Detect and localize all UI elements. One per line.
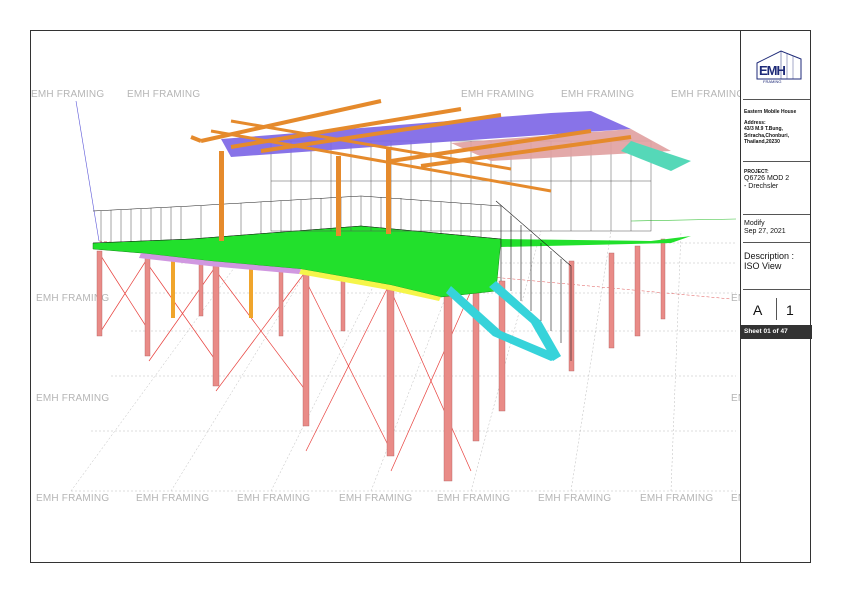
structure-model [70, 99, 737, 492]
sheet-rev-box: A 1 [741, 296, 812, 322]
sheet-size: A [753, 302, 763, 318]
orange-post [171, 256, 175, 318]
modify-label: Modify [744, 220, 765, 227]
client-info: Eastern Mobile House Address: 43/3 M.9 T… [741, 109, 812, 145]
logo-text: EMH [759, 63, 786, 78]
address-line: Thailand,20230 [744, 138, 780, 145]
logo-area: EMH FRAMING [741, 45, 812, 95]
axis-y [630, 218, 737, 222]
description-value: ISO View [744, 261, 782, 271]
revision: 1 [786, 302, 794, 318]
divider [776, 298, 777, 320]
modify-date: Sep 27, 2021 [744, 228, 786, 235]
project-info: PROJECT: Q6726 MOD 2 - Drechsler [741, 169, 812, 191]
sheet-number: Sheet 01 of 47 [741, 325, 812, 339]
title-block: EMH FRAMING Eastern Mobile House Address… [740, 31, 812, 562]
drawing-sheet: EMH FRAMING EMH FRAMING EMH FRAMING EMH … [30, 30, 812, 564]
iso-view-drawing: EMH FRAMING EMH FRAMING EMH FRAMING EMH … [31, 31, 741, 564]
project-line: - Drechsler [744, 183, 779, 191]
logo-subtext: FRAMING [763, 79, 782, 84]
description-info: Description : ISO View [741, 251, 812, 271]
orange-post [249, 263, 253, 318]
modify-info: Modify Sep 27, 2021 [741, 220, 812, 236]
description-label: Description : [744, 251, 795, 261]
axis-z [75, 100, 100, 242]
project-line: Q6726 MOD 2 [744, 175, 790, 183]
